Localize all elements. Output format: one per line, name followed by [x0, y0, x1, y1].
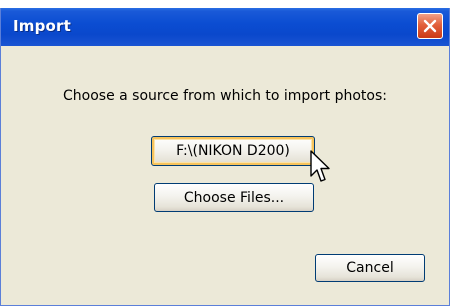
choose-files-button[interactable]: Choose Files... [154, 183, 314, 212]
dialog-body: Choose a source from which to import pho… [1, 46, 449, 305]
import-dialog: Import Choose a source from which to imp… [0, 8, 450, 306]
window-title: Import [13, 17, 72, 35]
close-button[interactable] [417, 13, 443, 39]
prompt-text: Choose a source from which to import pho… [63, 88, 387, 104]
cancel-button[interactable]: Cancel [315, 254, 425, 282]
title-bar[interactable]: Import [1, 8, 449, 46]
source-device-button[interactable]: F:\(NIKON D200) [151, 136, 315, 166]
close-icon [423, 19, 437, 33]
